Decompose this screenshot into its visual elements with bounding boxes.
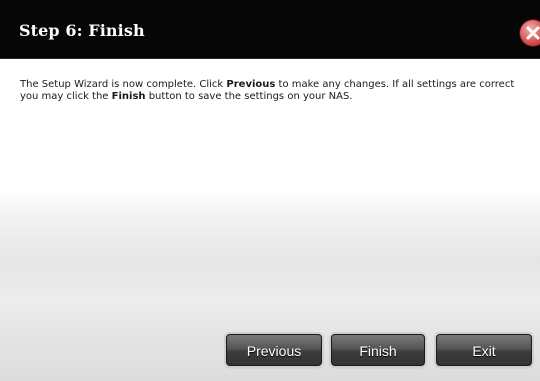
message-previous-bold: Previous [226,79,276,90]
message-finish-bold: Finish [111,91,146,102]
close-icon [526,26,540,40]
previous-button[interactable]: Previous [226,334,322,366]
message-text-3: button to save the settings on your NAS. [145,91,353,102]
dialog-title: Step 6: Finish [19,21,145,40]
setup-wizard-dialog: Step 6: Finish The Setup Wizard is now c… [0,0,540,381]
finish-button[interactable]: Finish [331,334,425,366]
exit-button[interactable]: Exit [436,334,532,366]
wizard-message: The Setup Wizard is now complete. Click … [20,79,520,103]
dialog-title-bar: Step 6: Finish [0,0,540,59]
close-button[interactable] [520,20,540,46]
message-text-1: The Setup Wizard is now complete. Click [20,79,227,90]
